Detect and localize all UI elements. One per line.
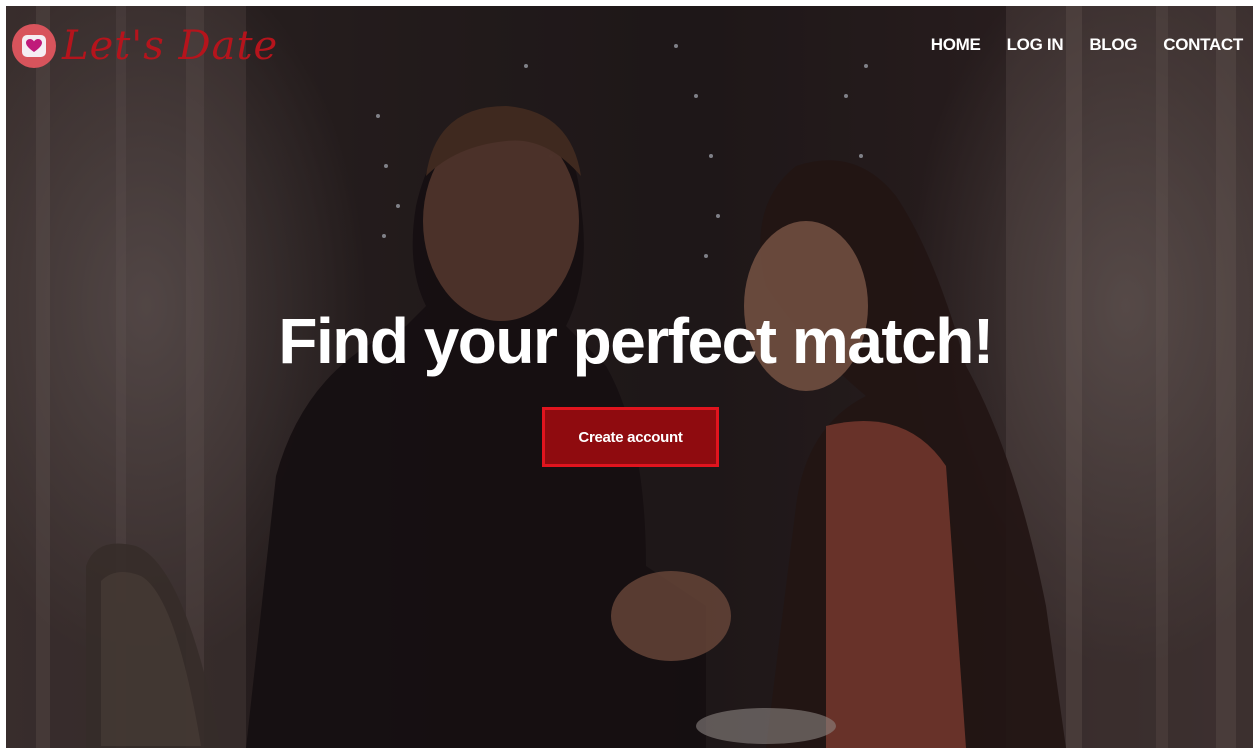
- hero-dark-overlay: [6, 6, 1253, 748]
- top-navigation: HOME LOG IN BLOG CONTACT: [931, 36, 1244, 53]
- landing-page: Let's Date HOME LOG IN BLOG CONTACT Find…: [0, 0, 1253, 748]
- nav-blog[interactable]: BLOG: [1089, 36, 1137, 53]
- hero-section: Let's Date HOME LOG IN BLOG CONTACT Find…: [6, 6, 1253, 748]
- heart-icon: [26, 39, 42, 52]
- nav-log-in[interactable]: LOG IN: [1007, 36, 1064, 53]
- brand-logo[interactable]: Let's Date: [12, 18, 278, 74]
- hero-headline: Find your perfect match!: [278, 305, 994, 377]
- brand-name: Let's Date: [62, 23, 279, 69]
- nav-home[interactable]: HOME: [931, 36, 981, 53]
- create-account-button[interactable]: Create account: [542, 407, 719, 467]
- nav-contact[interactable]: CONTACT: [1163, 36, 1243, 53]
- logo-badge: [12, 24, 56, 68]
